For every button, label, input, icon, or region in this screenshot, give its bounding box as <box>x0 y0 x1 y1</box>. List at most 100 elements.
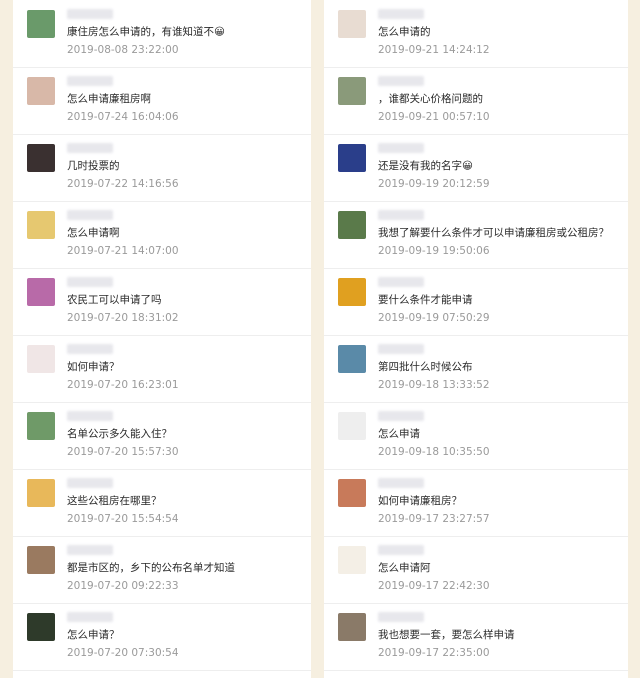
comment-text: 名单公示多久能入住？ <box>67 428 172 440</box>
comment-text: 怎么申请廉租房啊 <box>67 93 151 105</box>
username-blurred <box>378 344 424 354</box>
comment-item: 如何申请？ 2019-07-20 16:23:01 <box>13 335 311 403</box>
comment-timestamp: 2019-07-22 14:16:56 <box>67 178 179 190</box>
avatar[interactable] <box>338 278 366 306</box>
comment-timestamp: 2019-09-17 22:42:30 <box>378 580 490 592</box>
username-blurred <box>378 76 424 86</box>
comment-timestamp: 2019-07-20 09:22:33 <box>67 580 179 592</box>
comment-item: 康住房怎么申请的，有谁知道不😀 2019-08-08 23:22:00 <box>13 0 311 68</box>
comment-item: 都是市区的，乡下的公布名单才知道 2019-07-20 09:22:33 <box>13 536 311 604</box>
comment-timestamp: 2019-09-21 00:57:10 <box>378 111 490 123</box>
avatar[interactable] <box>27 144 55 172</box>
avatar[interactable] <box>27 345 55 373</box>
username-blurred <box>67 545 113 555</box>
username-blurred <box>67 612 113 622</box>
comment-timestamp: 2019-07-20 16:23:01 <box>67 379 179 391</box>
avatar[interactable] <box>27 278 55 306</box>
username-blurred <box>67 277 113 287</box>
comment-item: 农民工可以申请了吗 2019-07-20 18:31:02 <box>13 268 311 336</box>
comment-text: 如何申请廉租房？ <box>378 495 462 507</box>
comment-item: 我想了解要什么条件才可以申请廉租房或公租房？ 2019-09-19 19:50:0… <box>324 201 628 269</box>
comment-item: 怎么申请廉租房啊 2019-07-24 16:04:06 <box>13 67 311 135</box>
username-blurred <box>378 478 424 488</box>
comment-text: 还是没有我的名字😀 <box>378 160 473 172</box>
comment-column-left: 康住房怎么申请的，有谁知道不😀 2019-08-08 23:22:00 怎么申请廉租… <box>13 0 311 678</box>
comment-text: 如何申请？ <box>67 361 120 373</box>
avatar[interactable] <box>338 10 366 38</box>
username-blurred <box>67 76 113 86</box>
avatar[interactable] <box>27 412 55 440</box>
comment-timestamp: 2019-09-18 10:35:50 <box>378 446 490 458</box>
avatar[interactable] <box>338 144 366 172</box>
comment-timestamp: 2019-09-19 19:50:06 <box>378 245 490 257</box>
username-blurred <box>67 478 113 488</box>
comment-text: 怎么申请？ <box>67 629 120 641</box>
avatar[interactable] <box>27 10 55 38</box>
comment-text: 怎么申请的 <box>378 26 431 38</box>
username-blurred <box>378 9 424 19</box>
avatar[interactable] <box>27 546 55 574</box>
username-blurred <box>67 9 113 19</box>
comment-text: 第四批什么时候公布 <box>378 361 473 373</box>
comment-text: 康住房怎么申请的，有谁知道不😀 <box>67 26 225 38</box>
username-blurred <box>67 143 113 153</box>
avatar[interactable] <box>338 479 366 507</box>
avatar[interactable] <box>338 77 366 105</box>
comment-timestamp: 2019-09-18 13:33:52 <box>378 379 490 391</box>
username-blurred <box>378 545 424 555</box>
comment-timestamp: 2019-09-19 07:50:29 <box>378 312 490 324</box>
comment-column-right: 怎么申请的 2019-09-21 14:24:12 ，谁都关心价格问题的 2019-0… <box>324 0 628 678</box>
comment-item: 怎么申请啊 2019-07-21 14:07:00 <box>13 201 311 269</box>
username-blurred <box>378 411 424 421</box>
comment-timestamp: 2019-09-19 20:12:59 <box>378 178 490 190</box>
username-blurred <box>378 277 424 287</box>
username-blurred <box>67 210 113 220</box>
avatar[interactable] <box>27 479 55 507</box>
avatar[interactable] <box>338 613 366 641</box>
comment-item: 如何申请廉租房？ 2019-09-17 23:27:57 <box>324 469 628 537</box>
comment-item: 怎么申请？ 2019-07-20 07:30:54 <box>13 603 311 671</box>
comment-text: 我想了解要什么条件才可以申请廉租房或公租房？ <box>378 227 609 239</box>
comment-item: 名单公示多久能入住？ 2019-07-20 15:57:30 <box>13 402 311 470</box>
comment-text: 几时投票的 <box>67 160 120 172</box>
comment-item: 第四批什么时候公布 2019-09-18 13:33:52 <box>324 335 628 403</box>
comment-item: 怎么申请阿 2019-09-17 22:42:30 <box>324 536 628 604</box>
comment-timestamp: 2019-09-21 14:24:12 <box>378 44 490 56</box>
avatar[interactable] <box>338 546 366 574</box>
comment-item: 怎么申请的 2019-09-21 14:24:12 <box>324 0 628 68</box>
comment-item: 我也想要一套，要怎么样申请 2019-09-17 22:35:00 <box>324 603 628 671</box>
comment-item: 要什么条件才能申请 2019-09-19 07:50:29 <box>324 268 628 336</box>
comment-item: ，谁都关心价格问题的 2019-09-21 00:57:10 <box>324 67 628 135</box>
comment-text: ，谁都关心价格问题的 <box>378 93 483 105</box>
avatar[interactable] <box>27 613 55 641</box>
comment-timestamp: 2019-07-21 14:07:00 <box>67 245 179 257</box>
avatar[interactable] <box>27 211 55 239</box>
username-blurred <box>67 411 113 421</box>
comment-text: 我也想要一套，要怎么样申请 <box>378 629 515 641</box>
comment-item: 怎么申请 2019-09-18 10:35:50 <box>324 402 628 470</box>
avatar[interactable] <box>338 412 366 440</box>
comment-text: 怎么申请啊 <box>67 227 120 239</box>
comment-text: 这些公租房在哪里？ <box>67 495 162 507</box>
comment-text: 农民工可以申请了吗 <box>67 294 162 306</box>
comment-item: 这些公租房在哪里？ 2019-07-20 15:54:54 <box>13 469 311 537</box>
comment-timestamp: 2019-07-20 07:30:54 <box>67 647 179 659</box>
comment-timestamp: 2019-07-20 15:57:30 <box>67 446 179 458</box>
avatar[interactable] <box>338 211 366 239</box>
username-blurred <box>67 344 113 354</box>
username-blurred <box>378 612 424 622</box>
username-blurred <box>378 210 424 220</box>
comment-timestamp: 2019-09-17 23:27:57 <box>378 513 490 525</box>
comment-text: 要什么条件才能申请 <box>378 294 473 306</box>
comment-timestamp: 2019-08-08 23:22:00 <box>67 44 179 56</box>
comment-text: 怎么申请 <box>378 428 420 440</box>
comment-text: 怎么申请阿 <box>378 562 431 574</box>
username-blurred <box>378 143 424 153</box>
comment-item: 几时投票的 2019-07-22 14:16:56 <box>13 134 311 202</box>
comment-timestamp: 2019-07-24 16:04:06 <box>67 111 179 123</box>
avatar[interactable] <box>27 77 55 105</box>
comment-timestamp: 2019-07-20 18:31:02 <box>67 312 179 324</box>
comment-text: 都是市区的，乡下的公布名单才知道 <box>67 562 235 574</box>
comment-timestamp: 2019-07-20 15:54:54 <box>67 513 179 525</box>
avatar[interactable] <box>338 345 366 373</box>
